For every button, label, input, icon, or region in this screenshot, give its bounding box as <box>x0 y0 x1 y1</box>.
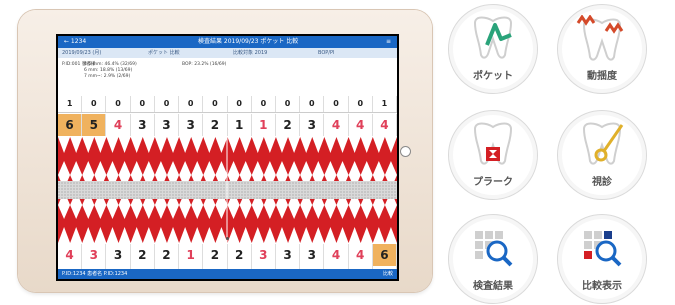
chart-cell[interactable]: 2 <box>203 114 228 136</box>
mobility-menu-button[interactable]: 動揺度 <box>557 4 647 94</box>
chart-cell[interactable]: 1 <box>252 114 276 136</box>
chart-cell[interactable]: 2 <box>155 244 180 266</box>
chart-cell[interactable]: 4 <box>324 244 349 266</box>
plaque-menu-button[interactable]: プラーク <box>448 110 538 200</box>
chart-cell[interactable]: 1 <box>228 114 252 136</box>
tablet-home-button[interactable] <box>400 146 411 157</box>
chart-cell[interactable]: 0 <box>349 96 373 112</box>
chart-cell[interactable]: 0 <box>106 96 131 112</box>
chart-cell[interactable]: 3 <box>252 244 276 266</box>
filter-bar: 2019/09/23 (月) ポケット 比較 比較対象 2019 BOP/PI <box>58 48 397 58</box>
lower-pocket-row: 43322122333446 <box>58 244 397 266</box>
chart-cell[interactable]: 3 <box>155 114 180 136</box>
mode-selector[interactable]: ポケット 比較 <box>148 48 180 58</box>
chart-cell[interactable]: 0 <box>203 96 228 112</box>
chart-cell[interactable]: 0 <box>131 96 155 112</box>
chart-cell[interactable]: 3 <box>179 114 204 136</box>
chart-cell[interactable]: 2 <box>203 244 228 266</box>
pocket-tooth-icon <box>473 16 513 59</box>
upper-mobility-row: 10000000000001 <box>58 96 397 113</box>
upper-pocket-row: 65433321123444 <box>58 114 397 136</box>
chart-cell[interactable]: 0 <box>276 96 301 112</box>
mobility-menu-label: 動揺度 <box>587 71 617 82</box>
chart-cell[interactable]: 1 <box>373 96 397 112</box>
chart-cell[interactable]: 1 <box>58 96 83 112</box>
chart-cell[interactable]: 3 <box>300 244 325 266</box>
app-header-bar: ← 1234 検査結果 2019/09/23 ポケット 比較 ≡ <box>58 36 397 48</box>
statistics-summary: P.ID:001 患者様 4-5 mm: 46.4% (32/69) 6 mm:… <box>62 62 392 92</box>
chart-cell[interactable]: 0 <box>252 96 276 112</box>
pocket-menu-button[interactable]: ポケット <box>448 4 538 94</box>
back-button[interactable]: ← 1234 <box>64 36 86 48</box>
chart-cell[interactable]: 0 <box>179 96 204 112</box>
chart-cell[interactable]: 3 <box>82 244 107 266</box>
chart-cell[interactable]: 4 <box>373 114 397 136</box>
footer-patient: P.ID:1234 患者名 P.ID:1234 <box>62 271 128 277</box>
chart-cell[interactable]: 4 <box>349 114 373 136</box>
pocket-menu-label: ポケット <box>473 71 513 82</box>
stat-7mm: 7 mm~: 2.9% (2/69) <box>84 74 131 79</box>
chart-cell[interactable]: 5 <box>82 114 107 136</box>
chart-cell[interactable]: 3 <box>106 244 131 266</box>
menu-icon[interactable]: ≡ <box>386 36 391 48</box>
periodontal-chart-graphic <box>58 137 397 243</box>
plaque-menu-label: プラーク <box>473 177 513 188</box>
tablet-screen: ← 1234 検査結果 2019/09/23 ポケット 比較 ≡ 2019/09… <box>56 34 399 281</box>
date-selector[interactable]: 2019/09/23 (月) <box>62 48 101 58</box>
chart-cell[interactable]: 0 <box>300 96 325 112</box>
chart-cell[interactable]: 3 <box>131 114 155 136</box>
compare-search-icon <box>584 231 622 267</box>
chart-cell[interactable]: 4 <box>58 244 83 266</box>
inspection-menu-label: 視診 <box>592 177 612 188</box>
stat-bop: BOP: 23.2% (16/69) <box>182 62 227 67</box>
chart-cell[interactable]: 0 <box>324 96 349 112</box>
chart-cell[interactable]: 3 <box>300 114 325 136</box>
bop-toggle[interactable]: BOP/PI <box>318 48 334 58</box>
footer-compare-button[interactable]: 比較 <box>383 269 393 279</box>
inspection-menu-button[interactable]: 視診 <box>557 110 647 200</box>
chart-cell[interactable]: 0 <box>228 96 252 112</box>
compare-menu-label: 比較表示 <box>582 281 622 292</box>
mobility-tooth-icon <box>576 15 624 61</box>
inspection-tooth-icon <box>582 122 624 165</box>
chart-cell[interactable]: 2 <box>228 244 252 266</box>
chart-cell[interactable]: 0 <box>82 96 107 112</box>
chart-cell[interactable]: 6 <box>372 244 397 266</box>
chart-cell[interactable]: 0 <box>155 96 180 112</box>
chart-cell[interactable]: 1 <box>179 244 204 266</box>
plaque-tooth-icon <box>473 122 513 165</box>
chart-cell[interactable]: 4 <box>106 114 131 136</box>
page-indicator <box>226 237 229 240</box>
chart-cell[interactable]: 6 <box>58 114 83 136</box>
chart-cell[interactable]: 4 <box>349 244 373 266</box>
chart-cell[interactable]: 4 <box>324 114 349 136</box>
chart-cell[interactable]: 3 <box>276 244 301 266</box>
chart-cell[interactable]: 2 <box>276 114 301 136</box>
compare-target-selector[interactable]: 比較対象 2019 <box>233 48 267 58</box>
header-title: 検査結果 2019/09/23 ポケット 比較 <box>198 38 299 45</box>
results-search-icon <box>475 231 513 267</box>
chart-cell[interactable]: 2 <box>131 244 155 266</box>
results-menu-button[interactable]: 検査結果 <box>448 214 538 304</box>
compare-menu-button[interactable]: 比較表示 <box>557 214 647 304</box>
app-footer-bar: P.ID:1234 患者名 P.ID:1234 比較 <box>58 269 397 279</box>
results-menu-label: 検査結果 <box>473 281 513 292</box>
